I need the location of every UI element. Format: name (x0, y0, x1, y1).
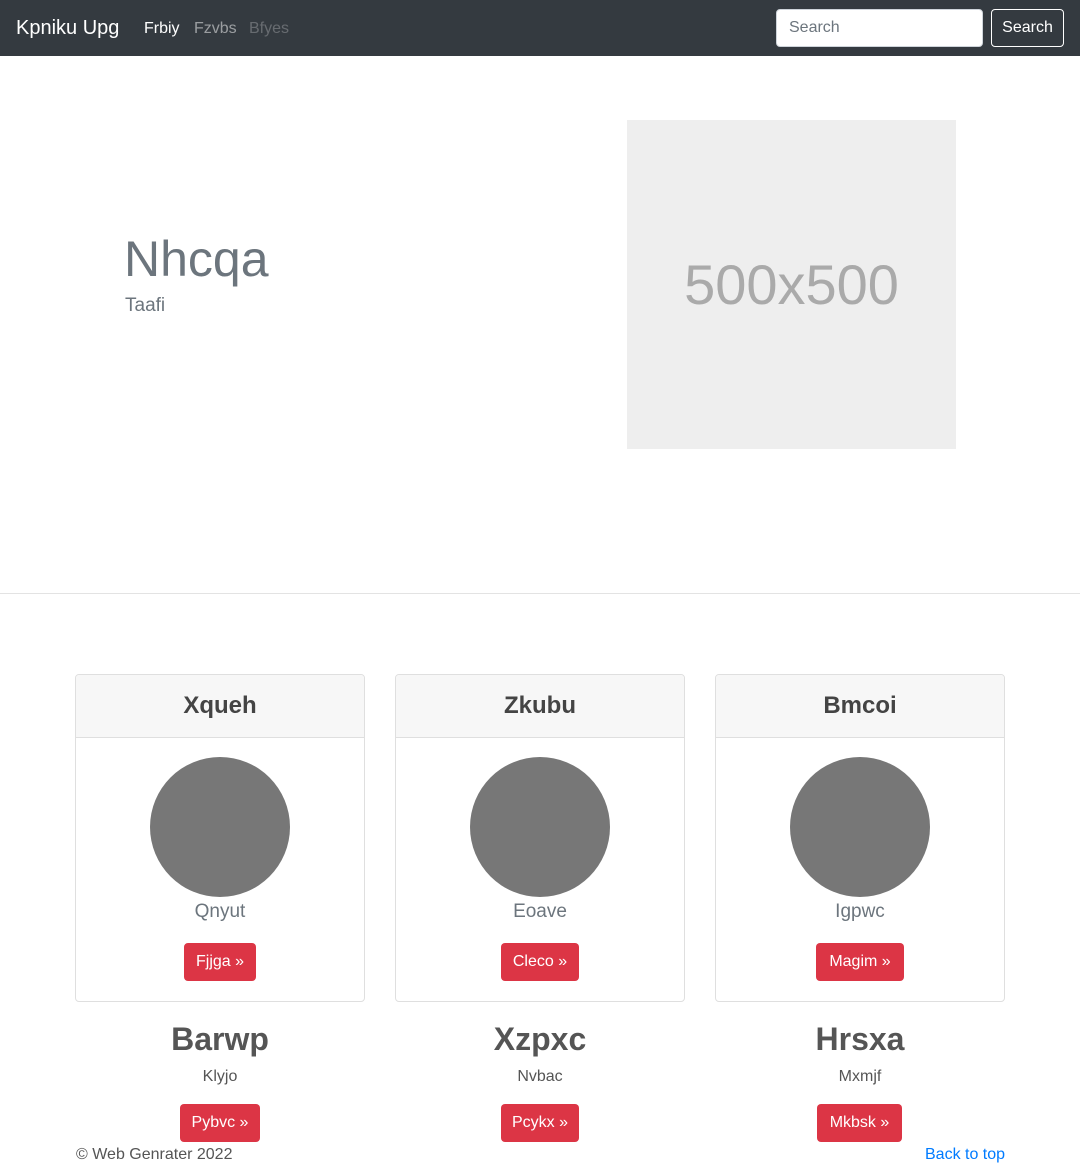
hero-placeholder-image: 500x500 (627, 120, 956, 449)
search-button[interactable]: Search (991, 9, 1064, 47)
card-name: Qnyut (194, 901, 246, 922)
nav-link-fzvbs[interactable]: Fzvbs (194, 18, 237, 40)
column-title-xzpxc: Xzpxc (493, 1021, 587, 1057)
column-text-mxmjf: Mxmjf (838, 1068, 882, 1085)
hero-title: Nhcqa (124, 231, 269, 287)
card-xqueh: Xqueh Qnyut Fjjga » (75, 674, 365, 1002)
column-text-klyjo: Klyjo (202, 1068, 238, 1085)
footer-copyright: © Web Genrater 2022 (76, 1146, 233, 1163)
nav-link-bfyes[interactable]: Bfyes (249, 18, 289, 40)
avatar (150, 757, 290, 897)
card-name: Igpwc (835, 901, 885, 922)
section-divider (0, 593, 1080, 594)
card-title: Xqueh (183, 692, 257, 719)
column-title-hrsxa: Hrsxa (815, 1021, 905, 1057)
card-bmcoi: Bmcoi Igpwc Magim » (715, 674, 1005, 1002)
card-header: Xqueh (76, 675, 364, 738)
card-title: Bmcoi (823, 692, 897, 719)
hero-subtitle: Taafi (125, 295, 166, 316)
back-to-top-link[interactable]: Back to top (925, 1145, 1005, 1165)
navbar: Kpniku Upg Frbiy Fzvbs Bfyes Search (0, 0, 1080, 56)
card-button-cleco[interactable]: Cleco » (501, 943, 579, 981)
nav-link-frbiy[interactable]: Frbiy (144, 18, 180, 40)
column-button-pcykx[interactable]: Pcykx » (501, 1104, 579, 1142)
search-input[interactable] (776, 9, 983, 47)
column-title-barwp: Barwp (171, 1021, 269, 1057)
card-button-magim[interactable]: Magim » (816, 943, 904, 981)
card-header: Bmcoi (716, 675, 1004, 738)
card-title: Zkubu (504, 692, 576, 719)
column-button-pybvc[interactable]: Pybvc » (180, 1104, 260, 1142)
placeholder-image-label: 500x500 (684, 252, 899, 316)
card-zkubu: Zkubu Eoave Cleco » (395, 674, 685, 1002)
column-text-nvbac: Nvbac (517, 1068, 563, 1085)
navbar-brand[interactable]: Kpniku Upg (16, 14, 119, 42)
avatar (470, 757, 610, 897)
card-header: Zkubu (396, 675, 684, 738)
column-button-mkbsk[interactable]: Mkbsk » (817, 1104, 902, 1142)
card-name: Eoave (513, 901, 567, 922)
card-button-fjjga[interactable]: Fjjga » (184, 943, 256, 981)
avatar (790, 757, 930, 897)
